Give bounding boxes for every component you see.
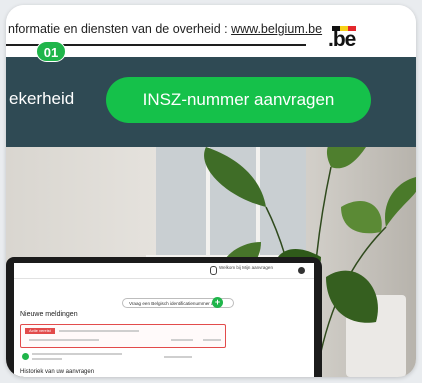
settings-icon[interactable]: [298, 267, 305, 274]
notifications-title: Nieuwe meldingen: [20, 311, 78, 318]
check-icon: [22, 353, 29, 360]
step-badge: 01: [36, 41, 66, 62]
plus-icon[interactable]: +: [212, 297, 223, 308]
main-navbar: ekerheid INSZ-nummer aanvragen: [6, 57, 416, 147]
hero-card: nformatie en diensten van de overheid : …: [6, 5, 416, 377]
nav-item-zekerheid[interactable]: ekerheid: [9, 89, 74, 109]
user-label: Welkom bij Mijn aanvragen: [219, 265, 273, 270]
gov-topbar: nformatie en diensten van de overheid : …: [6, 5, 416, 57]
history-title: Historiek van uw aanvragen: [20, 369, 95, 375]
insz-request-button[interactable]: INSZ-nummer aanvragen: [106, 77, 371, 123]
laptop-screen: Welkom bij Mijn aanvragen Vraag een Belg…: [14, 263, 314, 377]
user-icon[interactable]: [210, 266, 217, 275]
action-required-tag: Actie vereist: [25, 328, 55, 334]
belgium-link[interactable]: www.belgium.be: [231, 22, 322, 36]
screen-header: Welkom bij Mijn aanvragen: [14, 263, 314, 279]
belgium-logo[interactable]: .be: [328, 26, 358, 51]
alert-box[interactable]: Actie vereist: [20, 324, 226, 348]
gov-info-text: nformatie en diensten van de overheid : …: [8, 22, 322, 36]
gov-info-label: nformatie en diensten van de overheid :: [8, 22, 232, 36]
be-logo-text: .be: [328, 28, 356, 51]
